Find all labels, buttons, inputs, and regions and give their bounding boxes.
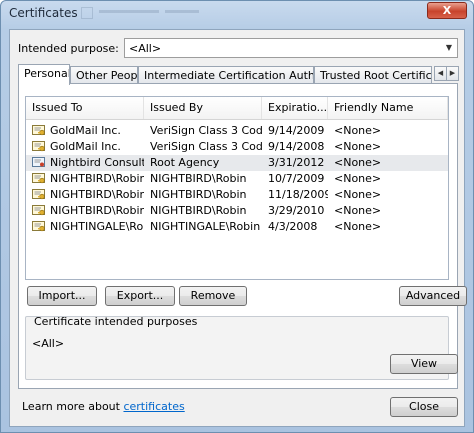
cell-issued-to: NIGHTBIRD\Robin [50, 172, 144, 185]
intended-purpose-label: Intended purpose: [18, 42, 119, 55]
remove-button[interactable]: Remove [179, 286, 247, 306]
cell-friendly-name: <None> [334, 204, 382, 217]
intended-purposes-value: <All> [32, 337, 65, 350]
view-button[interactable]: View [390, 354, 458, 374]
import-button[interactable]: Import... [27, 286, 97, 306]
cell-expiration: 11/18/2009 [268, 188, 328, 201]
cell-friendly-name: <None> [334, 220, 382, 233]
certificate-icon [32, 157, 46, 168]
cell-friendly-name: <None> [334, 124, 382, 137]
cell-friendly-name: <None> [334, 156, 382, 169]
tab-personal[interactable]: Personal [18, 64, 70, 85]
column-header-row: Issued To Issued By Expiratio... Friendl… [26, 97, 448, 120]
table-row[interactable]: GoldMail Inc. VeriSign Class 3 Code ... 9/… [26, 139, 448, 155]
window-close-button[interactable]: X [427, 2, 467, 19]
personal-tab-panel: Issued To Issued By Expiratio... Friendl… [18, 83, 467, 389]
intended-purposes-title: Certificate intended purposes [34, 315, 198, 328]
cell-issued-by: NIGHTINGALE\Robin ... [150, 220, 262, 233]
cell-issued-by: NIGHTBIRD\Robin [150, 204, 247, 217]
table-row[interactable]: GoldMail Inc. VeriSign Class 3 Code ... 9/… [26, 123, 448, 139]
cell-expiration: 3/31/2012 [268, 156, 325, 169]
certificate-key-icon [32, 125, 46, 136]
cell-issued-to: GoldMail Inc. [50, 140, 121, 153]
column-issued-to[interactable]: Issued To [26, 97, 144, 119]
cell-issued-to: NIGHTBIRD\Robin [50, 204, 144, 217]
cell-issued-by: NIGHTBIRD\Robin [150, 188, 247, 201]
close-icon: X [442, 4, 452, 17]
tab-trusted-root-certification[interactable]: Trusted Root Certification [314, 66, 432, 83]
cell-expiration: 4/3/2008 [268, 220, 318, 233]
tab-scroll-right-button[interactable]: ▶ [446, 66, 459, 81]
cell-expiration: 9/14/2008 [268, 140, 325, 153]
advanced-button[interactable]: Advanced [399, 286, 467, 306]
tab-strip: Personal Other People Intermediate Certi… [18, 64, 459, 85]
table-row[interactable]: NIGHTINGALE\Robi... NIGHTINGALE\Robin ...… [26, 219, 448, 235]
cell-issued-by: VeriSign Class 3 Code ... [150, 124, 262, 137]
cell-issued-by: NIGHTBIRD\Robin [150, 172, 247, 185]
cell-issued-to: Nightbird Consulting [50, 156, 144, 169]
column-issued-by[interactable]: Issued By [144, 97, 262, 119]
cell-issued-to: NIGHTBIRD\Robin [50, 188, 144, 201]
table-row[interactable]: NIGHTBIRD\Robin NIGHTBIRD\Robin 11/18/2009… [26, 187, 448, 203]
title-bar[interactable]: Certificates X [1, 1, 473, 27]
table-row[interactable]: Nightbird Consulting Root Agency 3/31/2012… [26, 155, 448, 171]
window-title: Certificates [9, 6, 78, 20]
table-row[interactable]: NIGHTBIRD\Robin NIGHTBIRD\Robin 10/7/2009 <… [26, 171, 448, 187]
cell-issued-to: GoldMail Inc. [50, 124, 121, 137]
tab-intermediate-certification-authorities[interactable]: Intermediate Certification Authorities [138, 66, 314, 83]
certificate-list[interactable]: Issued To Issued By Expiratio... Friendl… [25, 96, 449, 280]
dialog-body: Intended purpose: <All> ▼ Personal Other… [9, 29, 467, 427]
tab-other-people[interactable]: Other People [70, 66, 138, 83]
learn-more-text: Learn more about certificates [22, 400, 185, 413]
cell-friendly-name: <None> [334, 172, 382, 185]
certificate-key-icon [32, 221, 46, 232]
certificate-key-icon [32, 141, 46, 152]
export-button[interactable]: Export... [105, 286, 175, 306]
cell-expiration: 10/7/2009 [268, 172, 325, 185]
intended-purpose-value: <All> [129, 42, 162, 55]
certificates-link[interactable]: certificates [123, 400, 184, 413]
close-button[interactable]: Close [390, 397, 458, 417]
column-expiration[interactable]: Expiratio... [262, 97, 328, 119]
cell-friendly-name: <None> [334, 188, 382, 201]
column-friendly-name[interactable]: Friendly Name [328, 97, 448, 119]
cell-issued-to: NIGHTINGALE\Robi... [50, 220, 144, 233]
cell-expiration: 3/29/2010 [268, 204, 325, 217]
chevron-down-icon: ▼ [445, 43, 453, 52]
table-row[interactable]: NIGHTBIRD\Robin NIGHTBIRD\Robin 3/29/2010 <… [26, 203, 448, 219]
cell-friendly-name: <None> [334, 140, 382, 153]
certificate-intended-purposes-group: Certificate intended purposes <All> View [25, 315, 458, 380]
certificate-key-icon [32, 173, 46, 184]
cell-expiration: 9/14/2009 [268, 124, 325, 137]
chevron-left-icon: ◀ [437, 69, 444, 77]
certificates-window: Certificates X Intended purpose: <All> ▼… [0, 0, 474, 433]
chevron-right-icon: ▶ [449, 69, 456, 77]
intended-purpose-dropdown[interactable]: <All> ▼ [124, 38, 458, 58]
cell-issued-by: Root Agency [150, 156, 220, 169]
title-bar-reflection [81, 3, 241, 21]
certificate-key-icon [32, 205, 46, 216]
cell-issued-by: VeriSign Class 3 Code ... [150, 140, 262, 153]
certificate-key-icon [32, 189, 46, 200]
